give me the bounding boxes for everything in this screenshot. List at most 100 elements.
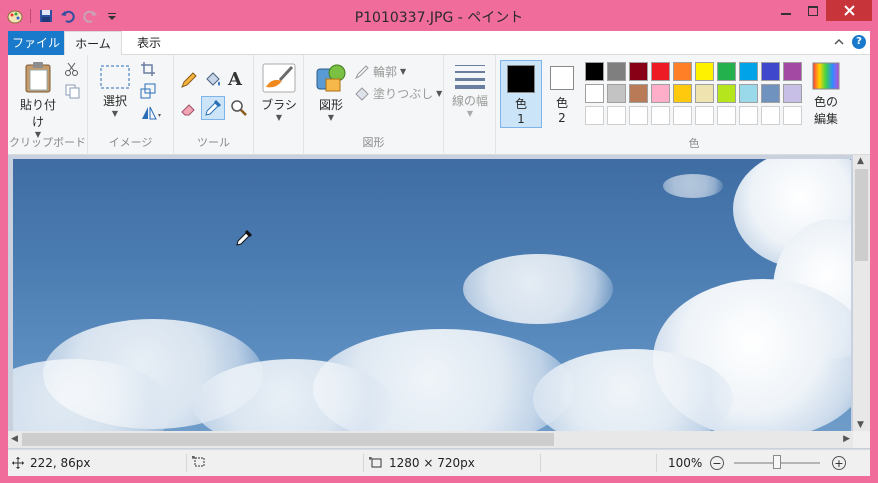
horizontal-scroll-thumb[interactable] <box>22 433 554 446</box>
rotate-button[interactable] <box>140 105 162 124</box>
window-controls <box>772 0 872 21</box>
custom-color-slot[interactable] <box>717 106 736 125</box>
tab-view[interactable]: 表示 <box>122 31 176 55</box>
close-button[interactable] <box>826 0 872 21</box>
crop-button[interactable] <box>140 61 156 80</box>
fill-tool[interactable] <box>204 71 222 92</box>
horizontal-scrollbar[interactable]: ◀ ▶ <box>8 431 853 448</box>
vertical-scrollbar[interactable]: ▲ ▼ <box>853 155 870 431</box>
custom-color-slot[interactable] <box>739 106 758 125</box>
fill-label: 塗りつぶし <box>373 87 434 101</box>
clipboard-group-label: クリップボード <box>9 136 86 149</box>
outline-label: 輪郭 <box>373 65 398 79</box>
color-picker-tool[interactable] <box>201 96 225 120</box>
palette-color-swatch[interactable] <box>673 62 692 81</box>
window-title: P1010337.JPG - ペイント <box>354 10 524 26</box>
palette-color-swatch[interactable] <box>629 84 648 103</box>
minimize-button[interactable] <box>772 0 799 21</box>
select-label: 選択 <box>102 94 127 108</box>
palette-color-swatch[interactable] <box>695 84 714 103</box>
palette-color-swatch[interactable] <box>717 84 736 103</box>
palette-color-swatch[interactable] <box>651 62 670 81</box>
move-cursor-icon <box>12 457 24 469</box>
zoom-in-button[interactable]: + <box>832 456 846 470</box>
custom-color-slot[interactable] <box>607 106 626 125</box>
palette-color-swatch[interactable] <box>739 62 758 81</box>
custom-color-slot[interactable] <box>629 106 648 125</box>
color2-button[interactable]: 色 2 <box>544 60 580 128</box>
palette-color-swatch[interactable] <box>783 84 802 103</box>
scroll-up-icon[interactable]: ▲ <box>857 156 864 166</box>
shapes-icon <box>316 64 346 92</box>
pencil-tool[interactable] <box>180 71 198 92</box>
clipboard-group: 貼り付け ▼ クリップボード <box>8 55 88 155</box>
palette-color-swatch[interactable] <box>607 62 626 81</box>
cut-button[interactable] <box>64 61 80 80</box>
collapse-ribbon-icon[interactable] <box>834 35 844 49</box>
help-icon[interactable]: ? <box>852 35 866 49</box>
magnifier-icon <box>231 100 247 116</box>
color2-number: 2 <box>558 111 566 125</box>
outline-button[interactable]: 輪郭 ▼ <box>354 63 406 80</box>
paste-button[interactable]: 貼り付け ▼ <box>16 61 60 139</box>
eraser-tool[interactable] <box>180 99 198 120</box>
brush-icon <box>262 63 296 93</box>
palette-color-swatch[interactable] <box>585 62 604 81</box>
text-tool[interactable]: A <box>228 69 242 90</box>
edit-colors-button[interactable]: 色の 編集 <box>806 62 846 127</box>
custom-color-slot[interactable] <box>695 106 714 125</box>
custom-color-slot[interactable] <box>651 106 670 125</box>
scroll-left-icon[interactable]: ◀ <box>11 434 18 444</box>
palette-color-swatch[interactable] <box>607 84 626 103</box>
zoom-level: 100% <box>668 456 702 470</box>
color2-swatch <box>550 66 574 90</box>
palette-color-swatch[interactable] <box>695 62 714 81</box>
fill-button[interactable]: 塗りつぶし ▼ <box>354 85 442 102</box>
color1-swatch <box>507 65 535 93</box>
zoom-out-icon: − <box>710 456 724 470</box>
size-button[interactable]: 線の幅 ▼ <box>448 63 492 118</box>
color2-label: 色 <box>555 96 568 110</box>
palette-color-swatch[interactable] <box>673 84 692 103</box>
palette-color-swatch[interactable] <box>717 62 736 81</box>
palette-color-swatch[interactable] <box>651 84 670 103</box>
copy-button[interactable] <box>64 83 80 102</box>
tools-group: A ツール <box>174 55 254 155</box>
palette-color-swatch[interactable] <box>761 84 780 103</box>
ribbon: 貼り付け ▼ クリップボード 選択 ▼ イメージ A ツール ブラシ ▼ 図形 … <box>8 55 870 155</box>
status-separator <box>540 454 541 472</box>
custom-color-slot[interactable] <box>585 106 604 125</box>
custom-color-slot[interactable] <box>761 106 780 125</box>
palette-color-swatch[interactable] <box>739 84 758 103</box>
color1-button[interactable]: 色 1 <box>500 60 542 128</box>
maximize-button[interactable] <box>799 0 826 21</box>
custom-color-slot[interactable] <box>783 106 802 125</box>
custom-color-slot[interactable] <box>673 106 692 125</box>
canvas-image[interactable] <box>13 159 851 431</box>
palette-color-swatch[interactable] <box>629 62 648 81</box>
tab-home[interactable]: ホーム <box>64 31 122 56</box>
palette-color-swatch[interactable] <box>585 84 604 103</box>
resize-button[interactable] <box>140 83 156 102</box>
scroll-down-icon[interactable]: ▼ <box>857 420 864 430</box>
fill-dropdown-icon: ▼ <box>436 89 443 98</box>
image-group: 選択 ▼ イメージ <box>88 55 174 155</box>
select-button[interactable]: 選択 ▼ <box>98 65 132 118</box>
copy-icon <box>65 84 80 99</box>
palette-color-swatch[interactable] <box>761 62 780 81</box>
vertical-scroll-thumb[interactable] <box>855 169 868 261</box>
tab-file[interactable]: ファイル <box>8 31 64 55</box>
paste-label: 貼り付け <box>19 98 56 129</box>
pencil-icon <box>181 72 197 88</box>
canvas-size-icon <box>369 457 382 468</box>
brushes-label: ブラシ <box>261 98 297 112</box>
brushes-button[interactable]: ブラシ ▼ <box>260 63 298 122</box>
magnifier-tool[interactable] <box>230 99 248 120</box>
zoom-out-button[interactable]: − <box>710 456 724 470</box>
zoom-slider-thumb[interactable] <box>773 455 781 469</box>
shapes-button[interactable]: 図形 ▼ <box>314 63 348 122</box>
shapes-group: 図形 ▼ 輪郭 ▼ 塗りつぶし ▼ 図形 <box>304 55 444 155</box>
line-width-icon <box>455 65 485 89</box>
scroll-right-icon[interactable]: ▶ <box>843 434 850 444</box>
palette-color-swatch[interactable] <box>783 62 802 81</box>
